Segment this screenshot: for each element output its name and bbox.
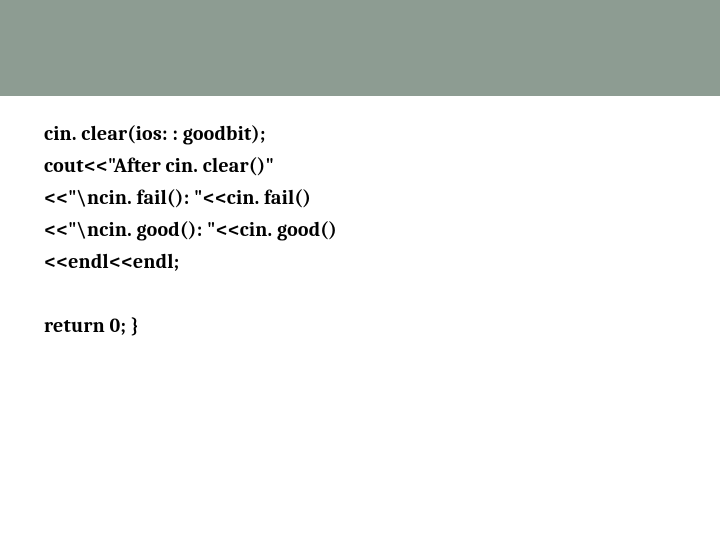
code-line: <<"\ncin. good(): "<<cin. good() <box>44 214 676 246</box>
code-line: cout<<"After cin. clear()" <box>44 150 676 182</box>
header-band <box>0 0 720 96</box>
code-line: cin. clear(ios: : goodbit); <box>44 118 676 150</box>
blank-line <box>44 278 676 310</box>
slide: cin. clear(ios: : goodbit); cout<<"After… <box>0 0 720 540</box>
code-content: cin. clear(ios: : goodbit); cout<<"After… <box>44 118 676 342</box>
code-line: return 0; } <box>44 310 676 342</box>
code-line: <<endl<<endl; <box>44 246 676 278</box>
code-line: <<"\ncin. fail(): "<<cin. fail() <box>44 182 676 214</box>
